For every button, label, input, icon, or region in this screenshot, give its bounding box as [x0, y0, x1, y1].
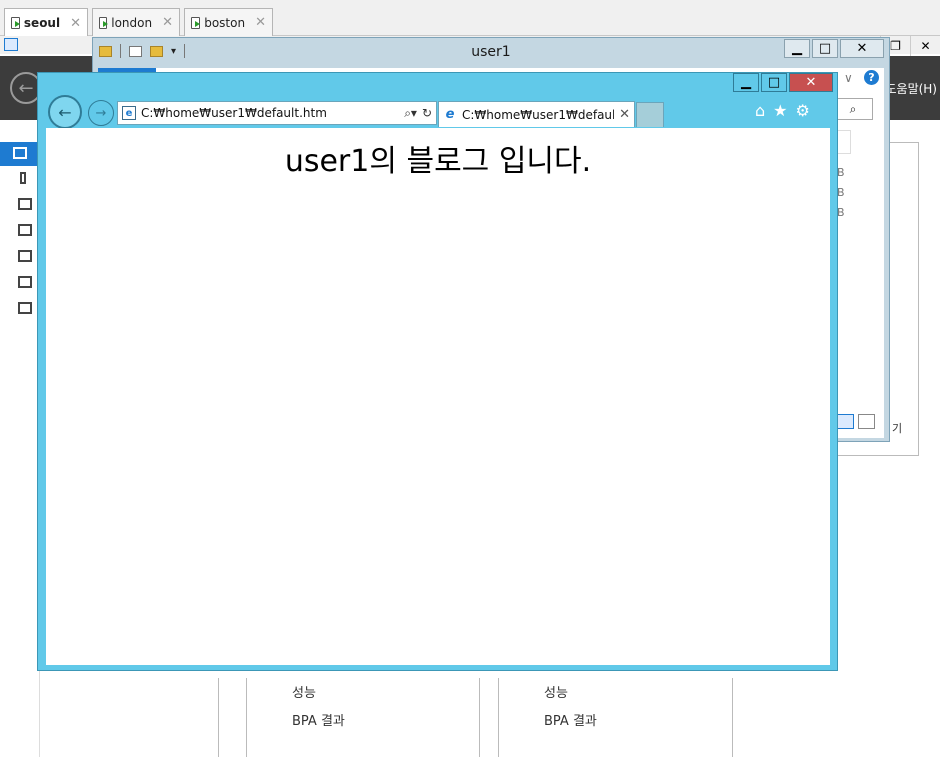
ie-window-controls: ▁ □ ✕ [733, 73, 833, 92]
search-icon: ⌕ [849, 101, 857, 116]
ie-logo-icon: e [445, 107, 455, 122]
performance-link[interactable]: 성능 [292, 682, 316, 701]
file-size: B [837, 206, 845, 219]
search-icon[interactable]: ⌕▾ [404, 106, 417, 121]
sidebar-item-storage[interactable] [18, 302, 34, 316]
server-manager-sidebar [0, 120, 40, 757]
maximize-button[interactable]: □ [761, 73, 787, 92]
sidebar-item-wsus[interactable] [18, 276, 34, 290]
address-text[interactable]: C:₩home₩user1₩default.htm [141, 106, 399, 120]
back-arrow-icon[interactable]: ← [48, 95, 82, 129]
server-manager-icon [4, 38, 18, 51]
close-button[interactable]: ✕ [789, 73, 833, 92]
rdp-tab-boston[interactable]: boston ✕ [184, 8, 273, 36]
tab-title: C:₩home₩user1₩default.h... [462, 107, 615, 122]
tile-divider [246, 678, 247, 757]
rdp-tab-label: boston [204, 15, 246, 30]
server-icon [20, 172, 26, 184]
close-icon[interactable]: ✕ [255, 15, 266, 30]
page-heading: user1의 블로그 입니다. [284, 144, 592, 179]
rdp-tab-bar: seoul ✕ london ✕ boston ✕ [0, 0, 940, 37]
storage-icon [18, 302, 32, 314]
rdp-tab-seoul[interactable]: seoul ✕ [4, 8, 88, 37]
details-view-icon[interactable] [837, 414, 854, 429]
page-content: user1의 블로그 입니다. [46, 128, 830, 665]
chevron-down-icon[interactable]: ∨ [844, 71, 853, 85]
view-toggle [837, 414, 875, 429]
rdp-tab-label: london [111, 15, 153, 30]
minimize-button[interactable]: ▁ [784, 39, 810, 58]
new-tab-button[interactable] [636, 102, 664, 127]
sidebar-item-file-services[interactable] [18, 224, 34, 238]
servers-icon [18, 198, 32, 210]
bpa-results-link[interactable]: BPA 결과 [544, 710, 597, 729]
maximize-button[interactable]: □ [812, 39, 838, 58]
forward-arrow-icon[interactable]: → [88, 100, 114, 126]
rdp-tab-london[interactable]: london ✕ [92, 8, 180, 36]
sidebar-item-local-server[interactable] [18, 172, 34, 186]
remote-desktop-icon [191, 16, 201, 29]
dashboard-tile-b: 성능 BPA 결과 [498, 678, 733, 757]
gear-icon[interactable]: ⚙ [796, 101, 810, 120]
remote-desktop-icon [11, 17, 20, 29]
close-button[interactable]: ✕ [840, 39, 884, 58]
page-icon: e [122, 106, 136, 120]
dashboard-icon [13, 147, 27, 159]
web-server-icon [18, 250, 32, 262]
file-size: B [837, 166, 845, 179]
home-icon[interactable]: ⌂ [755, 101, 765, 120]
performance-link[interactable]: 성능 [544, 682, 568, 701]
large-icons-view-icon[interactable] [858, 414, 875, 429]
explorer-titlebar: ▾ user1 ▁ □ ✕ [93, 38, 889, 66]
star-icon[interactable]: ★ [773, 101, 787, 120]
address-bar[interactable]: e C:₩home₩user1₩default.htm ⌕▾ ↻ [117, 101, 437, 125]
sidebar-item-dashboard[interactable] [0, 142, 40, 166]
minimize-button[interactable]: ▁ [733, 73, 759, 92]
update-services-icon [18, 276, 32, 288]
help-menu[interactable]: 도움말(H) [885, 80, 937, 97]
file-services-icon [18, 224, 32, 236]
close-icon[interactable]: ✕ [162, 15, 173, 30]
sidebar-item-iis[interactable] [18, 250, 34, 264]
explorer-status-text: 기 [892, 422, 903, 435]
search-input[interactable]: ⌕ [833, 98, 873, 120]
file-size: B [837, 186, 845, 199]
close-button[interactable]: ✕ [910, 36, 940, 56]
internet-explorer-window: ▁ □ ✕ ← → e C:₩home₩user1₩default.htm ⌕▾… [37, 72, 838, 671]
dashboard-tile-a: 성능 BPA 결과 [218, 678, 480, 757]
close-icon[interactable]: ✕ [70, 16, 81, 31]
explorer-window-title: user1 [471, 44, 511, 60]
remote-desktop-icon [99, 16, 109, 29]
refresh-icon[interactable]: ↻ [422, 106, 432, 120]
rdp-tab-label: seoul [23, 16, 61, 30]
bpa-results-link[interactable]: BPA 결과 [292, 710, 345, 729]
ie-toolbar: ⌂ ★ ⚙ [755, 101, 810, 120]
browser-tab[interactable]: e C:₩home₩user1₩default.h... ✕ [438, 101, 635, 127]
close-icon[interactable]: ✕ [619, 107, 630, 122]
help-icon[interactable]: ? [864, 70, 879, 85]
explorer-window-controls: ▁ □ ✕ [784, 39, 884, 58]
file-list-header [837, 130, 851, 154]
sidebar-item-all-servers[interactable] [18, 198, 34, 212]
